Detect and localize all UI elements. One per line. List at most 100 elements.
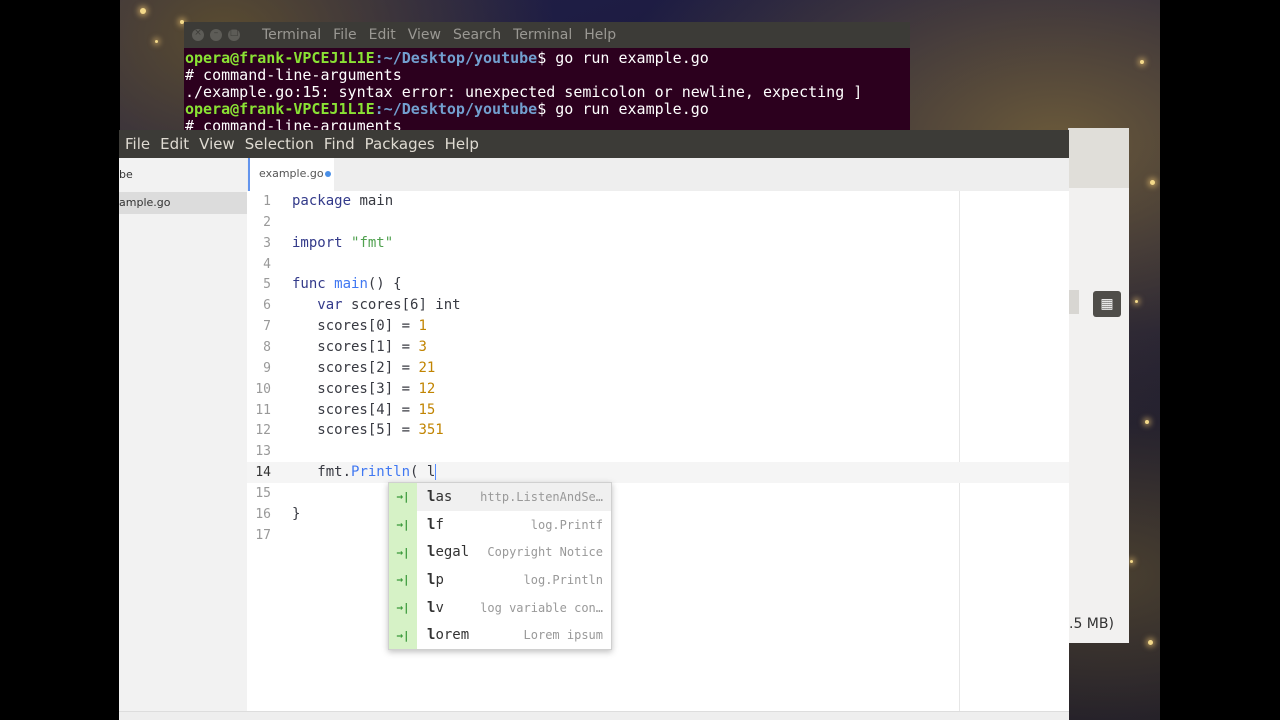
menu-terminal[interactable]: Terminal <box>513 27 572 43</box>
code-line[interactable]: 14 fmt.Println( l <box>247 462 1069 484</box>
autocomplete-item[interactable]: →| lp log.Println <box>389 566 611 594</box>
autocomplete-description: Lorem ipsum <box>523 628 603 643</box>
menu-edit[interactable]: Edit <box>369 27 396 43</box>
autocomplete-item[interactable]: →| legal Copyright Notice <box>389 538 611 567</box>
terminal-line: opera@frank-VPCEJ1L1E:~/Desktop/youtube$… <box>185 49 709 67</box>
tab-example-go[interactable]: example.go <box>248 158 334 191</box>
code-text[interactable]: scores[4] = 15 <box>292 400 435 421</box>
autocomplete-description: http.ListenAndSe… <box>480 489 603 504</box>
editor-menubar: File Edit View Selection Find Packages H… <box>119 130 1069 158</box>
code-text[interactable]: fmt.Println( l <box>292 462 437 483</box>
terminal-title: Terminal <box>262 27 322 43</box>
line-number: 3 <box>263 235 271 251</box>
line-number: 10 <box>255 381 271 397</box>
autocomplete-snippet: lp <box>427 571 444 588</box>
autocomplete-item[interactable]: →| las http.ListenAndSe… <box>389 483 611 511</box>
terminal-output[interactable]: opera@frank-VPCEJ1L1E:~/Desktop/youtube$… <box>184 48 910 135</box>
code-text[interactable]: package main <box>292 191 393 212</box>
code-line[interactable]: 8 scores[1] = 3 <box>247 337 1069 358</box>
menu-packages[interactable]: Packages <box>365 135 435 153</box>
line-number: 13 <box>255 444 271 460</box>
tab-title: example.go <box>259 167 324 180</box>
code-line[interactable]: 13 <box>247 441 1069 462</box>
code-line[interactable]: 17 <box>247 525 1069 546</box>
code-text[interactable]: var scores[6] int <box>292 295 460 316</box>
menu-file[interactable]: File <box>125 135 150 153</box>
line-number: 14 <box>255 465 271 481</box>
line-number: 6 <box>263 298 271 314</box>
list-view-button[interactable] <box>1069 290 1079 314</box>
code-line[interactable]: 16} <box>247 504 1069 525</box>
autocomplete-snippet: lf <box>427 516 444 533</box>
autocomplete-snippet: lorem <box>427 627 470 644</box>
code-line[interactable]: 15 <box>247 483 1069 504</box>
code-text[interactable]: scores[2] = 21 <box>292 358 435 379</box>
terminal-line: ./example.go:15: syntax error: unexpecte… <box>185 83 863 101</box>
code-text[interactable]: scores[5] = 351 <box>292 420 443 441</box>
tree-view[interactable]: be ample.go <box>119 158 248 720</box>
code-line[interactable]: 2 <box>247 212 1069 233</box>
autocomplete-description: log.Printf <box>530 517 603 532</box>
terminal-line: # command-line-arguments <box>185 66 402 84</box>
code-line[interactable]: 6 var scores[6] int <box>247 295 1069 316</box>
menu-edit[interactable]: Edit <box>160 135 189 153</box>
tab-bar: example.go <box>247 158 1069 192</box>
file-manager-window[interactable]: ▦ .5 MB) <box>1068 128 1129 643</box>
code-line[interactable]: 3 import "fmt" <box>247 233 1069 254</box>
code-line[interactable]: 10 scores[3] = 12 <box>247 379 1069 400</box>
menu-find[interactable]: Find <box>324 135 355 153</box>
autocomplete-snippet: lv <box>427 599 444 616</box>
menu-view[interactable]: View <box>199 135 235 153</box>
snippet-icon: →| <box>389 566 417 594</box>
menu-selection[interactable]: Selection <box>245 135 314 153</box>
code-text[interactable]: func main() { <box>292 274 402 295</box>
code-text[interactable]: scores[0] = 1 <box>292 316 427 337</box>
snippet-icon: →| <box>389 510 417 539</box>
autocomplete-snippet: legal <box>427 544 470 561</box>
menu-file[interactable]: File <box>333 27 356 43</box>
code-line[interactable]: 5 func main() { <box>247 274 1069 295</box>
autocomplete-item[interactable]: →| lf log.Printf <box>389 510 611 539</box>
tree-project-folder[interactable]: be <box>119 168 133 181</box>
file-size-label: .5 MB) <box>1069 616 1114 632</box>
line-number: 1 <box>263 194 271 209</box>
autocomplete-popup[interactable]: →| las http.ListenAndSe… →| lf log.Printf →| le… <box>388 482 612 650</box>
code-editor[interactable]: 1 package main 2 3 import "fmt" 4 5 func main()… <box>247 191 1069 712</box>
line-number: 7 <box>263 319 271 335</box>
line-number: 15 <box>255 485 271 501</box>
code-line[interactable]: 12 scores[5] = 351 <box>247 420 1069 441</box>
code-line[interactable]: 11 scores[4] = 15 <box>247 400 1069 421</box>
menu-view[interactable]: View <box>408 27 441 43</box>
line-number: 8 <box>263 339 271 355</box>
code-line[interactable]: 7 scores[0] = 1 <box>247 316 1069 337</box>
code-text[interactable]: scores[1] = 3 <box>292 337 427 358</box>
menu-help[interactable]: Help <box>584 27 616 43</box>
snippet-icon: →| <box>389 538 417 567</box>
menu-help[interactable]: Help <box>445 135 479 153</box>
code-line[interactable]: 9 scores[2] = 21 <box>247 358 1069 379</box>
menu-search[interactable]: Search <box>453 27 501 43</box>
code-text[interactable]: scores[3] = 12 <box>292 379 435 400</box>
line-number: 12 <box>255 423 271 439</box>
minimize-icon[interactable]: – <box>210 28 222 41</box>
autocomplete-item[interactable]: →| lorem Lorem ipsum <box>389 621 611 650</box>
text-cursor <box>435 464 437 481</box>
autocomplete-description: log variable con… <box>480 600 603 615</box>
code-text[interactable]: import "fmt" <box>292 233 393 254</box>
grid-view-icon[interactable]: ▦ <box>1093 291 1121 317</box>
close-icon[interactable]: × <box>192 28 204 41</box>
terminal-titlebar[interactable]: × – □ Terminal File Edit View Search Ter… <box>184 22 910 48</box>
code-line[interactable]: 1 package main <box>247 191 1069 212</box>
code-line[interactable]: 4 <box>247 254 1069 275</box>
maximize-icon[interactable]: □ <box>228 28 240 41</box>
line-number: 16 <box>255 506 271 522</box>
autocomplete-item[interactable]: →| lv log variable con… <box>389 593 611 622</box>
tree-file-item[interactable]: ample.go <box>119 192 247 214</box>
snippet-icon: →| <box>389 621 417 650</box>
code-text[interactable]: } <box>292 504 300 525</box>
line-number: 11 <box>255 402 271 418</box>
line-number: 9 <box>263 360 271 376</box>
autocomplete-description: log.Println <box>523 572 603 587</box>
terminal-window[interactable]: × – □ Terminal File Edit View Search Ter… <box>184 22 910 134</box>
file-manager-header <box>1069 128 1129 188</box>
